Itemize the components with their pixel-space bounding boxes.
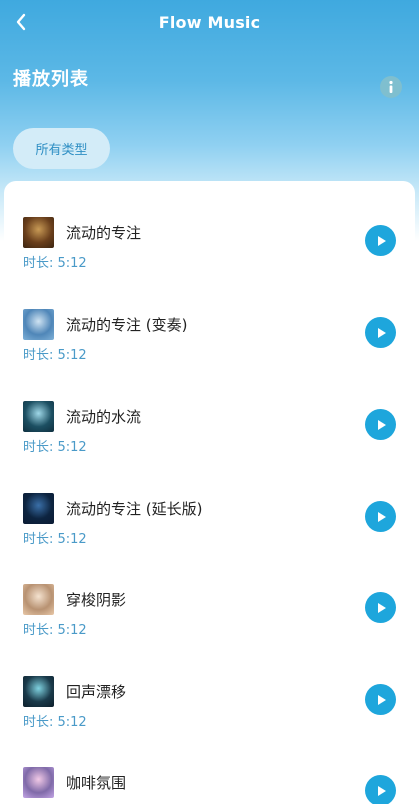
top-bar: Flow Music [0,0,419,44]
track-title: 流动的专注 (延长版) [66,500,203,518]
play-icon [377,419,386,430]
info-button[interactable] [380,76,402,98]
play-icon [377,511,386,522]
track-duration: 时长: 5:12 [23,256,87,271]
app-title: Flow Music [158,12,261,32]
play-button[interactable] [365,225,396,256]
track-title: 回声漂移 [66,683,127,701]
track-item[interactable]: 流动的专注 (延长版) 时长: 5:12 [4,474,415,547]
track-duration: 时长: 5:12 [23,440,87,455]
track-cover-image [23,217,54,248]
track-title: 穿梭阴影 [66,591,127,609]
track-item[interactable]: 流动的水流时长: 5:12 [4,382,415,455]
play-icon [377,694,386,705]
track-cover-image [23,676,54,707]
track-item[interactable]: 咖啡氛围时长: 5:30 [4,748,415,804]
back-button[interactable] [10,11,32,33]
track-duration: 时长: 5:12 [23,623,87,638]
track-title: 流动的专注 (变奏) [66,316,188,334]
track-cover-image [23,309,54,340]
track-item[interactable]: 穿梭阴影时长: 5:12 [4,565,415,638]
page-title: 播放列表 [13,69,89,90]
track-cover-image [23,767,54,798]
track-item[interactable]: 回声漂移时长: 5:12 [4,657,415,730]
play-icon [377,602,386,613]
track-cover-image [23,584,54,615]
play-button[interactable] [365,409,396,440]
track-cover-image [23,493,54,524]
play-button[interactable] [365,317,396,348]
filter-all-types-chip[interactable]: 所有类型 [13,128,110,169]
track-duration: 时长: 5:12 [23,348,87,363]
track-duration: 时长: 5:12 [23,715,87,730]
track-item[interactable]: 流动的专注时长: 5:12 [4,198,415,271]
play-icon [377,785,386,796]
play-button[interactable] [365,775,396,804]
play-icon [377,235,386,246]
track-duration: 时长: 5:12 [23,532,87,547]
playlist: 流动的专注 时长: 5:12 流动的专注 (变奏) 时长: 5:12 流动的水流 时长: … [4,181,415,804]
play-button[interactable] [365,684,396,715]
play-button[interactable] [365,501,396,532]
info-icon [389,80,393,93]
track-title: 流动的水流 [66,408,142,426]
track-item[interactable]: 流动的专注 (变奏) 时长: 5:12 [4,290,415,363]
play-icon [377,327,386,338]
track-title: 咖啡氛围 [66,774,127,792]
play-button[interactable] [365,592,396,623]
chevron-left-icon [16,13,26,31]
track-title: 流动的专注 [66,224,142,242]
track-cover-image [23,401,54,432]
